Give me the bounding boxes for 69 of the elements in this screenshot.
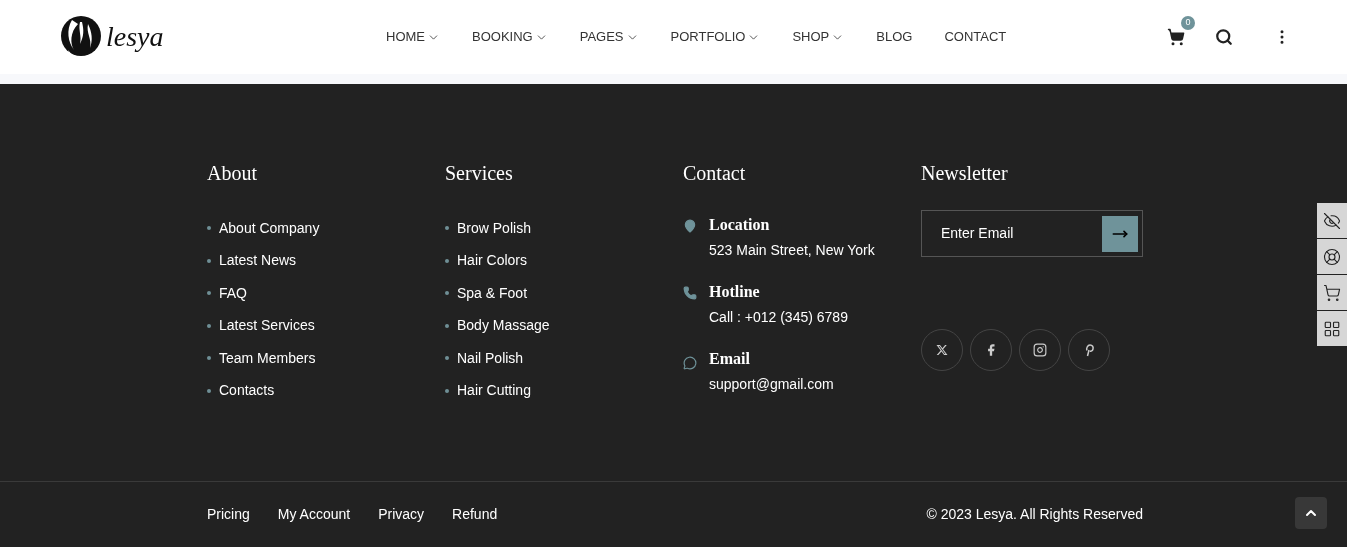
back-to-top-button[interactable] bbox=[1295, 497, 1327, 529]
bullet-icon bbox=[445, 291, 449, 296]
cart-icon bbox=[1323, 283, 1341, 302]
footer-link[interactable]: Nail Polish bbox=[457, 347, 524, 369]
eye-off-icon bbox=[1323, 211, 1341, 230]
bullet-icon bbox=[207, 226, 211, 231]
contact-label: Hotline bbox=[709, 283, 761, 301]
contact-value: 523 Main Street, New York bbox=[709, 241, 875, 260]
column-heading: Contact bbox=[683, 161, 747, 186]
bullet-icon bbox=[207, 291, 211, 296]
contact-value: support@gmail.com bbox=[709, 375, 834, 394]
nav-link[interactable]: SHOP bbox=[792, 27, 845, 47]
map-pin-icon bbox=[683, 219, 697, 233]
footer-link[interactable]: Contacts bbox=[219, 380, 275, 402]
footer-link[interactable]: About Company bbox=[219, 217, 320, 239]
bottom-link[interactable]: Refund bbox=[452, 504, 498, 525]
newsletter-form[interactable]: Enter Email bbox=[921, 210, 1143, 257]
bullet-icon bbox=[207, 356, 211, 361]
bottom-link[interactable]: My Account bbox=[277, 504, 351, 525]
logo-text: lesya bbox=[106, 20, 164, 54]
footer-link[interactable]: Latest Services bbox=[219, 315, 315, 337]
side-tool-button[interactable] bbox=[1317, 311, 1347, 346]
bottom-link[interactable]: Privacy bbox=[378, 504, 425, 525]
copyright-text: © 2023 Lesya. All Rights Reserved bbox=[926, 505, 1143, 524]
bullet-icon bbox=[445, 323, 449, 328]
x-icon bbox=[936, 344, 948, 356]
footer-link[interactable]: Latest News bbox=[219, 250, 297, 272]
footer-link[interactable]: Hair Colors bbox=[457, 250, 527, 272]
contact-value: Call : +012 (345) 6789 bbox=[709, 308, 848, 327]
phone-icon bbox=[683, 286, 697, 300]
nav-link[interactable]: PORTFOLIO bbox=[670, 27, 761, 47]
search-icon[interactable] bbox=[1215, 28, 1233, 46]
bullet-icon bbox=[445, 356, 449, 361]
footer-link[interactable]: Brow Polish bbox=[457, 217, 531, 239]
column-heading: About bbox=[207, 161, 258, 186]
bullet-icon bbox=[207, 323, 211, 328]
bullet-icon bbox=[445, 388, 449, 393]
contact-label: Email bbox=[709, 350, 751, 368]
nav-link[interactable]: HOME bbox=[386, 27, 440, 47]
instagram-icon bbox=[1033, 343, 1047, 357]
side-tool-button[interactable] bbox=[1317, 275, 1347, 310]
pinterest-icon bbox=[1083, 343, 1095, 357]
column-heading: Newsletter bbox=[921, 161, 1009, 186]
footer-link[interactable]: Hair Cutting bbox=[457, 380, 531, 402]
side-tool-button[interactable] bbox=[1317, 203, 1347, 238]
grid-icon bbox=[1323, 319, 1341, 338]
cart-count-badge: 0 bbox=[1181, 16, 1195, 30]
lifebuoy-icon bbox=[1323, 247, 1341, 266]
side-tool-button[interactable] bbox=[1317, 239, 1347, 274]
subscribe-button[interactable] bbox=[1102, 215, 1138, 252]
email-field[interactable]: Enter Email bbox=[941, 223, 1102, 244]
column-heading: Services bbox=[445, 161, 514, 186]
nav-link[interactable]: PAGES bbox=[579, 27, 639, 47]
nav-link[interactable]: CONTACT bbox=[944, 27, 1007, 47]
footer-link[interactable]: Spa & Foot bbox=[457, 282, 528, 304]
bullet-icon bbox=[207, 258, 211, 263]
nav-link[interactable]: BLOG bbox=[876, 27, 913, 47]
nav-link[interactable]: BOOKING bbox=[472, 27, 548, 47]
footer-link[interactable]: Team Members bbox=[219, 347, 316, 369]
cart-icon bbox=[1167, 28, 1185, 46]
contact-label: Location bbox=[709, 216, 771, 234]
bottom-link[interactable]: Pricing bbox=[207, 504, 250, 525]
bullet-icon bbox=[445, 226, 449, 231]
chat-bubble-icon bbox=[683, 356, 697, 370]
cart-button[interactable] bbox=[1167, 28, 1185, 46]
footer-link[interactable]: FAQ bbox=[219, 282, 247, 304]
footer-link[interactable]: Body Massage bbox=[457, 315, 550, 337]
bullet-icon bbox=[445, 258, 449, 263]
bullet-icon bbox=[207, 388, 211, 393]
